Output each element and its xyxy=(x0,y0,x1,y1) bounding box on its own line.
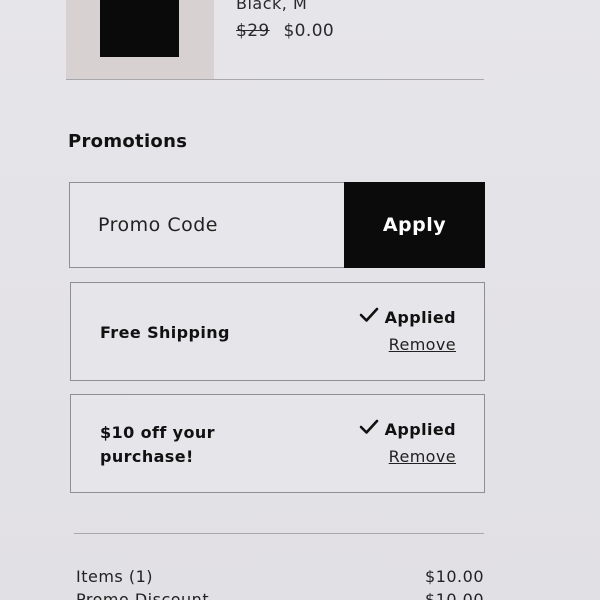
summary-value: $10.00 xyxy=(425,567,484,586)
summary-label: Promo Discount xyxy=(76,590,210,600)
divider xyxy=(66,79,484,80)
remove-promo-link[interactable]: Remove xyxy=(389,335,456,354)
applied-status: Applied xyxy=(359,419,456,439)
product-image xyxy=(100,0,179,57)
cart-page: Black, M $29 $0.00 Promotions Apply Free… xyxy=(0,0,600,600)
promo-name: Free Shipping xyxy=(100,323,230,342)
checkmark-icon xyxy=(359,419,379,439)
original-price: $29 xyxy=(236,21,270,41)
promo-name: $10 off your purchase! xyxy=(100,423,215,466)
summary-value: $10.00 xyxy=(425,590,484,600)
product-variant: Black, M xyxy=(236,0,308,13)
promo-code-input[interactable] xyxy=(70,183,344,267)
applied-promo-card: $10 off your purchase! Applied Remove xyxy=(70,394,485,493)
divider xyxy=(74,533,484,534)
applied-status: Applied xyxy=(359,307,456,327)
apply-button[interactable]: Apply xyxy=(344,182,485,268)
product-price-row: $29 $0.00 xyxy=(236,21,334,41)
checkmark-icon xyxy=(359,307,379,327)
remove-promo-link[interactable]: Remove xyxy=(389,447,456,466)
promo-code-form: Apply xyxy=(69,182,485,268)
summary-label: Items (1) xyxy=(76,567,154,586)
sale-price: $0.00 xyxy=(283,21,335,41)
applied-label: Applied xyxy=(384,419,456,439)
promotions-title: Promotions xyxy=(68,131,188,152)
applied-label: Applied xyxy=(384,307,456,327)
applied-promo-card: Free Shipping Applied Remove xyxy=(70,282,485,381)
